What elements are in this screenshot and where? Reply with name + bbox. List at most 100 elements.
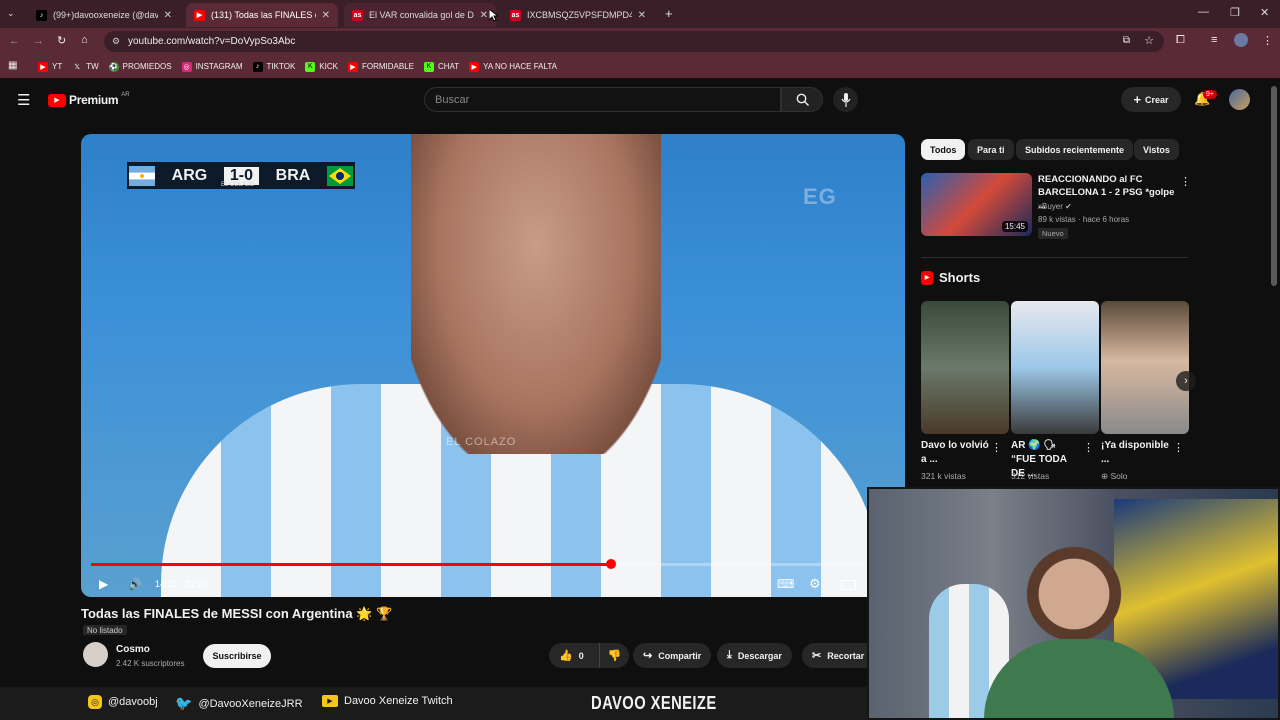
page-scrollbar[interactable] (1271, 86, 1277, 286)
video-player[interactable]: ARG 1-0 BRA EL COLAZO EG EL COLAZO ▶ 🔊 1… (81, 134, 905, 597)
new-tab-button[interactable]: + (665, 6, 673, 21)
progress-bar[interactable] (91, 559, 895, 569)
address-bar[interactable]: ⚙ youtube.com/watch?v=DoVypSo3Abc ⧉ ☆ (104, 31, 1164, 52)
tab-close-icon[interactable]: ✕ (322, 10, 330, 21)
home-icon[interactable]: ⌂ (81, 34, 88, 46)
search-button[interactable] (781, 87, 823, 112)
bookmark-label: INSTAGRAM (195, 62, 243, 71)
back-icon[interactable]: ← (9, 35, 20, 47)
tab-tiktok[interactable]: ♪ (99+)davooxeneize (@davooxe ✕ (28, 3, 180, 27)
shorts-next-arrow-icon[interactable]: › (1176, 371, 1196, 391)
close-window-icon[interactable]: ✕ (1260, 6, 1269, 19)
short-thumbnail-1[interactable] (921, 301, 1009, 434)
chip-subidos-recientemente[interactable]: Subidos recientemente (1016, 139, 1134, 160)
recommended-thumbnail[interactable]: 15:45 (921, 173, 1032, 236)
voice-search-button[interactable] (833, 87, 858, 112)
short-title[interactable]: Davo lo volvió a ... (921, 439, 993, 467)
chip-para-ti[interactable]: Para ti (968, 139, 1014, 160)
reload-icon[interactable]: ↻ (57, 34, 66, 47)
media-icon[interactable]: ≡ (1211, 34, 1217, 46)
microphone-icon (841, 92, 850, 107)
twitter-label: @DavooXeneizeJRR (198, 697, 303, 710)
recommended-channel[interactable]: xBuyer ✔ (1038, 202, 1072, 211)
tab-youtube[interactable]: ▶ (131) Todas las FINALES de ME ✕ (186, 3, 338, 27)
minimize-icon[interactable]: — (1198, 6, 1209, 18)
youtube-icon: ▶ (469, 61, 480, 72)
bookmark-chat[interactable]: K CHAT (423, 61, 459, 72)
dislike-button[interactable]: 👎 (599, 643, 629, 668)
short-thumbnail-2[interactable] (1011, 301, 1099, 434)
channel-name[interactable]: Cosmo (116, 644, 150, 655)
subtitles-icon[interactable]: ⌨ (777, 577, 794, 591)
more-options-icon[interactable]: ⋮ (1083, 441, 1094, 454)
bookmark-formidable[interactable]: ▶ FORMIDABLE (347, 61, 414, 72)
kick-icon: K (423, 61, 434, 72)
instagram-label: @davoobj (108, 696, 158, 708)
video-duration: 15:45 (1001, 221, 1028, 232)
apps-grid-icon[interactable]: ▦ (8, 60, 17, 71)
search-icon (796, 93, 809, 106)
extensions-icon[interactable]: ⧠ (1176, 34, 1185, 47)
browser-menu-icon[interactable]: ⋮ (1262, 34, 1273, 47)
like-button[interactable]: 👍 0 (549, 643, 599, 668)
score-team-right: BRA (275, 166, 311, 184)
site-info-icon[interactable]: ⚙ (112, 36, 120, 47)
tab-as-image[interactable]: as IXCBMSQZ5VPSFDMPD4L84VG ✕ (502, 3, 654, 27)
tab-as-article[interactable]: as El VAR convalida gol de Di Mar ✕ (344, 3, 496, 27)
install-app-icon[interactable]: ⧉ (1123, 35, 1130, 46)
account-avatar[interactable] (1229, 89, 1250, 110)
thumbs-down-icon: 👎 (607, 650, 622, 662)
bookmark-tw[interactable]: 𝕏 TW (72, 62, 98, 72)
score-value: 1-0 (229, 166, 253, 184)
more-options-icon[interactable]: ⋮ (991, 441, 1002, 454)
more-options-icon[interactable]: ⋮ (1173, 441, 1184, 454)
progress-fill (91, 563, 612, 566)
notification-badge: 9+ (1203, 90, 1217, 99)
short-views: 312 vistas (1011, 471, 1050, 481)
youtube-logo-icon: ▶ (48, 93, 66, 107)
tab-title: (99+)davooxeneize (@davooxe (53, 10, 158, 20)
chip-todos[interactable]: Todos (921, 139, 966, 160)
logo-region: AR (121, 92, 130, 98)
bookmark-tiktok[interactable]: ♪ TIKTOK (252, 61, 295, 72)
bookmark-ya-no-hace-falta[interactable]: ▶ YA NO HACE FALTA (469, 61, 557, 72)
bookmark-star-icon[interactable]: ☆ (1144, 34, 1154, 47)
bookmark-yt[interactable]: ▶ YT (38, 61, 62, 72)
forward-icon[interactable]: → (33, 35, 44, 47)
bookmark-label: KICK (319, 62, 338, 71)
share-button[interactable]: ↪ Compartir (633, 643, 712, 668)
restore-icon[interactable]: ❐ (1230, 6, 1240, 19)
channel-avatar[interactable] (83, 642, 108, 667)
bookmark-promiedos[interactable]: ⚽ PROMIEDOS (108, 61, 172, 72)
search-input[interactable]: Buscar (424, 87, 781, 112)
theater-mode-icon[interactable] (841, 580, 856, 590)
volume-icon[interactable]: 🔊 (128, 578, 142, 591)
tab-close-icon[interactable]: ✕ (480, 10, 488, 21)
mouse-cursor-icon (489, 9, 498, 22)
create-button[interactable]: + Crear (1121, 87, 1181, 112)
share-icon: ↪ (643, 650, 653, 662)
play-icon[interactable]: ▶ (99, 577, 108, 591)
bookmark-kick[interactable]: K KICK (305, 61, 338, 72)
tiktok-icon: ♪ (252, 61, 263, 72)
tab-close-icon[interactable]: ✕ (164, 10, 172, 21)
tab-search-icon[interactable]: ⌄ (7, 8, 15, 19)
profile-avatar[interactable] (1234, 33, 1248, 47)
like-count: 0 (578, 650, 584, 661)
download-button[interactable]: ⤓ Descargar (717, 643, 792, 668)
bookmark-instagram[interactable]: ◎ INSTAGRAM (181, 61, 243, 72)
menu-hamburger-icon[interactable]: ☰ (17, 91, 30, 109)
settings-gear-icon[interactable]: ⚙ (809, 576, 821, 592)
short-thumbnail-3[interactable] (1101, 301, 1189, 434)
tab-close-icon[interactable]: ✕ (638, 10, 646, 21)
bookmark-label: YA NO HACE FALTA (483, 62, 557, 71)
subscribe-button[interactable]: Suscribirse (203, 644, 271, 668)
more-options-icon[interactable]: ⋮ (1180, 175, 1191, 188)
video-frame-player-face (411, 134, 661, 454)
youtube-logo[interactable]: ▶ Premium AR (48, 92, 130, 107)
streamer-brand: DAVOO XENEIZE (591, 693, 717, 713)
instagram-handle: ◎ @davoobj (88, 695, 158, 709)
clip-button[interactable]: ✂ Recortar (802, 643, 867, 668)
chip-vistos[interactable]: Vistos (1134, 139, 1179, 160)
short-title[interactable]: ¡Ya disponible ... (1101, 439, 1173, 467)
